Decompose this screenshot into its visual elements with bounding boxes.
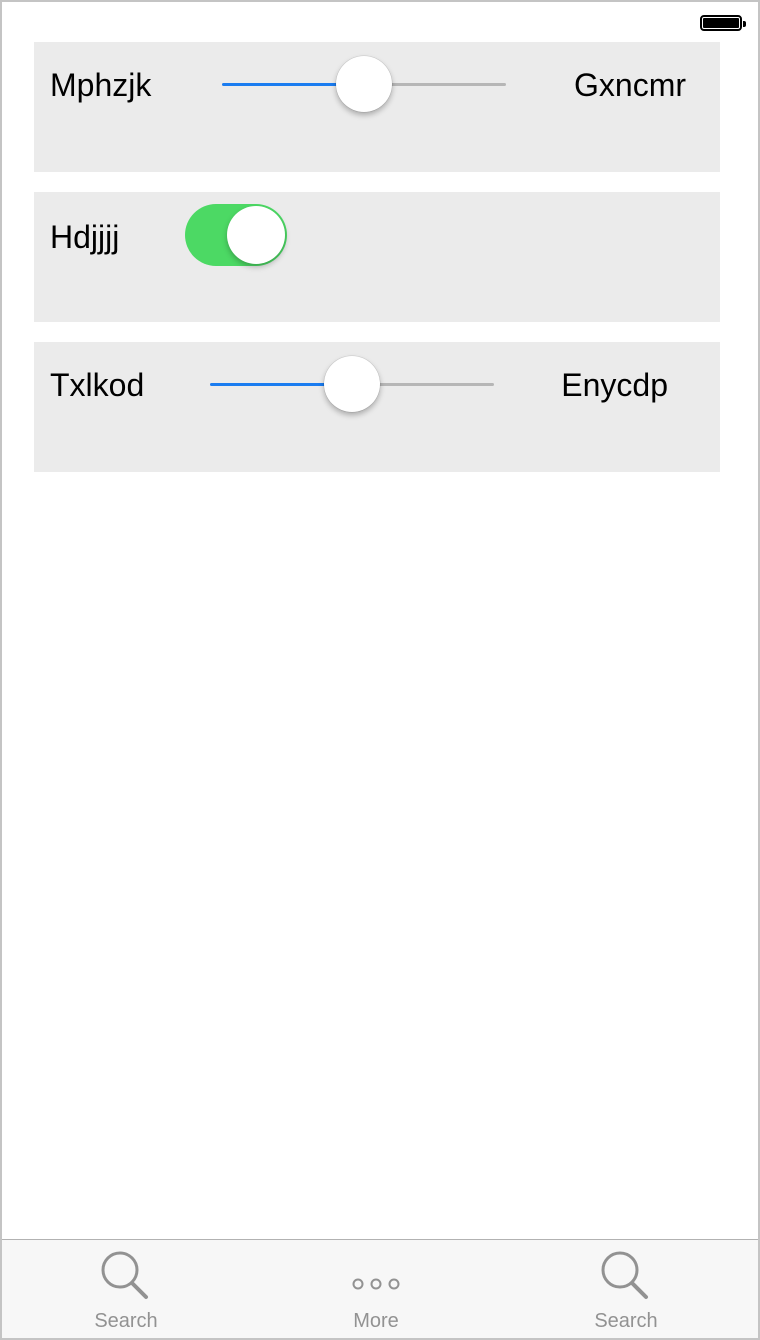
tab-bar: Search More Search <box>2 1239 758 1338</box>
tab-label: Search <box>594 1310 658 1332</box>
search-icon <box>101 1251 148 1299</box>
toggle-knob[interactable] <box>227 206 285 264</box>
tab-more[interactable]: More <box>296 1240 456 1338</box>
slider-min-label: Txlkod <box>50 367 145 403</box>
tab-search[interactable]: Search <box>46 1240 206 1338</box>
slider-max-label: Gxncmr <box>574 67 686 103</box>
toggle-switch[interactable] <box>185 204 287 266</box>
tab-label: Search <box>94 1310 158 1332</box>
slider-thumb[interactable] <box>336 56 392 112</box>
search-icon <box>601 1251 648 1299</box>
battery-level <box>703 18 739 28</box>
battery-icon <box>700 15 746 31</box>
slider-control[interactable] <box>210 354 494 414</box>
slider-row-1: Mphzjk Gxncmr <box>34 42 720 172</box>
slider-thumb[interactable] <box>324 356 380 412</box>
slider-max-label: Enycdp <box>561 367 668 403</box>
battery-cap <box>743 21 746 27</box>
slider-control[interactable] <box>222 54 506 114</box>
slider-row-2: Txlkod Enycdp <box>34 342 720 472</box>
more-icon <box>352 1278 400 1290</box>
toggle-label: Hdjjjj <box>50 219 120 255</box>
toggle-row: Hdjjjj <box>34 192 720 322</box>
slider-min-label: Mphzjk <box>50 67 152 103</box>
device-frame: Mphzjk Gxncmr Hdjjjj Txlkod Enycdp Searc… <box>0 0 760 1340</box>
status-bar <box>2 2 758 42</box>
tab-search[interactable]: Search <box>546 1240 706 1338</box>
tab-label: More <box>353 1310 399 1332</box>
